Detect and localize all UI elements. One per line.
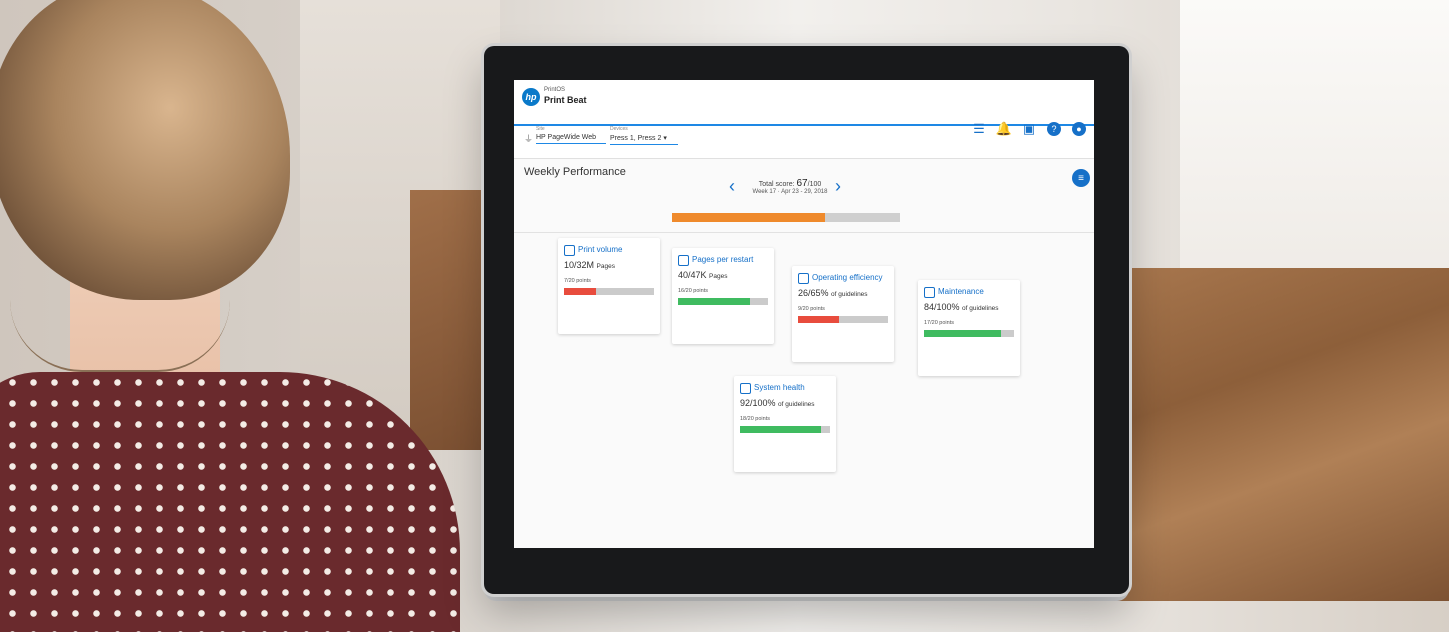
total-score-label: Total score: xyxy=(758,181,795,188)
background-window xyxy=(1180,0,1449,300)
total-score: Total score: 67/100 xyxy=(751,178,829,189)
kpi-card-title[interactable]: Pages per restart xyxy=(692,255,753,264)
stopwatch-icon xyxy=(678,255,689,266)
kpi-card-unit: Pages xyxy=(709,273,728,280)
kpi-card-value: 92/100% of guidelines xyxy=(740,398,815,408)
kpi-card[interactable]: Maintenance 84/100% of guidelines 17/20 po… xyxy=(918,280,1020,376)
kpi-card-bar xyxy=(564,288,654,295)
kpi-card-unit: of guidelines xyxy=(778,401,815,408)
kpi-card-points: 9/20 points xyxy=(798,306,825,312)
kpi-card-bar-fill xyxy=(924,330,1001,337)
kpi-card[interactable]: Operating efficiency 26/65% of guidelines… xyxy=(792,266,894,362)
app-header xyxy=(514,80,1094,159)
kpi-card-unit: of guidelines xyxy=(831,291,868,298)
person-hair xyxy=(0,0,290,300)
kpi-card-unit: of guidelines xyxy=(962,305,999,312)
kpi-card-number: 92/100% xyxy=(740,398,776,408)
kpi-card-title[interactable]: Maintenance xyxy=(938,287,984,296)
kpi-card-title[interactable]: Operating efficiency xyxy=(812,273,883,282)
score-summary: Total score: 67/100 Week 17 · Apr 23 - 2… xyxy=(751,178,829,195)
kpi-card-number: 10/32M xyxy=(564,260,595,270)
app-title: Print Beat xyxy=(544,95,587,105)
kpi-card-bar-fill xyxy=(798,316,839,323)
kpi-card-title[interactable]: System health xyxy=(754,383,805,392)
chat-icon[interactable]: ▣ xyxy=(1022,121,1036,136)
kpi-card[interactable]: Pages per restart 40/47K Pages 16/20 point… xyxy=(672,248,774,344)
page-title: Weekly Performance xyxy=(524,166,626,178)
kpi-card-points: 16/20 points xyxy=(678,288,708,294)
total-score-bar-fill xyxy=(672,213,825,222)
kpi-card-unit: Pages xyxy=(596,263,615,270)
kpi-card-bar-fill xyxy=(564,288,596,295)
gauge-icon xyxy=(798,273,809,284)
section-divider xyxy=(514,232,1094,233)
app-suite-name: PrintOS xyxy=(544,87,566,93)
kpi-card[interactable]: Print volume 10/32M Pages 7/20 points xyxy=(558,238,660,334)
person-at-desk xyxy=(0,0,460,632)
week-navigator: ‹ Total score: 67/100 Week 17 · Apr 23 -… xyxy=(729,176,849,206)
app-screen: hp PrintOS Print Beat ☰ 🔔 ▣ ? ● ⏚ Site H… xyxy=(514,80,1094,548)
kpi-card-value: 26/65% of guidelines xyxy=(798,288,868,298)
filter-icon[interactable]: ⏚ xyxy=(524,132,533,145)
previous-week-button[interactable]: ‹ xyxy=(729,176,735,197)
kpi-card-value: 40/47K Pages xyxy=(678,270,727,280)
kpi-card-bar-fill xyxy=(678,298,750,305)
menu-fab-button[interactable]: ≡ xyxy=(1072,169,1090,187)
chevron-down-icon: ▾ xyxy=(663,135,667,142)
devices-selector-text: Press 1, Press 2 xyxy=(610,135,662,142)
kpi-card-number: 84/100% xyxy=(924,302,960,312)
kpi-card-points: 18/20 points xyxy=(740,416,770,422)
kpi-card-bar-fill xyxy=(740,426,821,433)
kpi-card-bar xyxy=(740,426,830,433)
health-shield-icon xyxy=(740,383,751,394)
site-selector[interactable]: Site HP PageWide Web xyxy=(536,126,606,144)
devices-selector-value[interactable]: Press 1, Press 2 ▾ xyxy=(610,132,678,145)
help-icon[interactable]: ? xyxy=(1047,122,1061,136)
total-score-bar xyxy=(672,213,900,222)
background-desk xyxy=(1110,268,1449,601)
site-selector-value[interactable]: HP PageWide Web xyxy=(536,132,606,144)
user-icon[interactable]: ● xyxy=(1072,122,1086,136)
header-icon-bar: ☰ 🔔 ▣ ? ● xyxy=(972,121,1086,136)
person-shirt xyxy=(0,372,460,632)
total-score-max: /100 xyxy=(807,181,822,188)
kpi-card-title[interactable]: Print volume xyxy=(578,245,622,254)
kpi-card-number: 26/65% xyxy=(798,288,829,298)
bell-icon[interactable]: 🔔 xyxy=(996,121,1012,136)
list-icon[interactable]: ☰ xyxy=(972,121,986,136)
kpi-card-bar xyxy=(924,330,1014,337)
hp-logo: hp xyxy=(522,88,540,106)
total-score-value: 67 xyxy=(796,178,808,189)
kpi-card-bar xyxy=(798,316,888,323)
kpi-card-points: 7/20 points xyxy=(564,278,591,284)
week-range: Week 17 · Apr 23 - 29, 2018 xyxy=(752,189,828,195)
print-volume-icon xyxy=(564,245,575,256)
devices-selector[interactable]: Devices Press 1, Press 2 ▾ xyxy=(610,126,678,145)
kpi-card-value: 84/100% of guidelines xyxy=(924,302,999,312)
next-week-button[interactable]: › xyxy=(835,176,841,197)
kpi-card-points: 17/20 points xyxy=(924,320,954,326)
kpi-card-bar xyxy=(678,298,768,305)
kpi-card-value: 10/32M Pages xyxy=(564,260,615,270)
clipboard-icon xyxy=(924,287,935,298)
kpi-card[interactable]: System health 92/100% of guidelines 18/20 … xyxy=(734,376,836,472)
kpi-card-number: 40/47K xyxy=(678,270,707,280)
